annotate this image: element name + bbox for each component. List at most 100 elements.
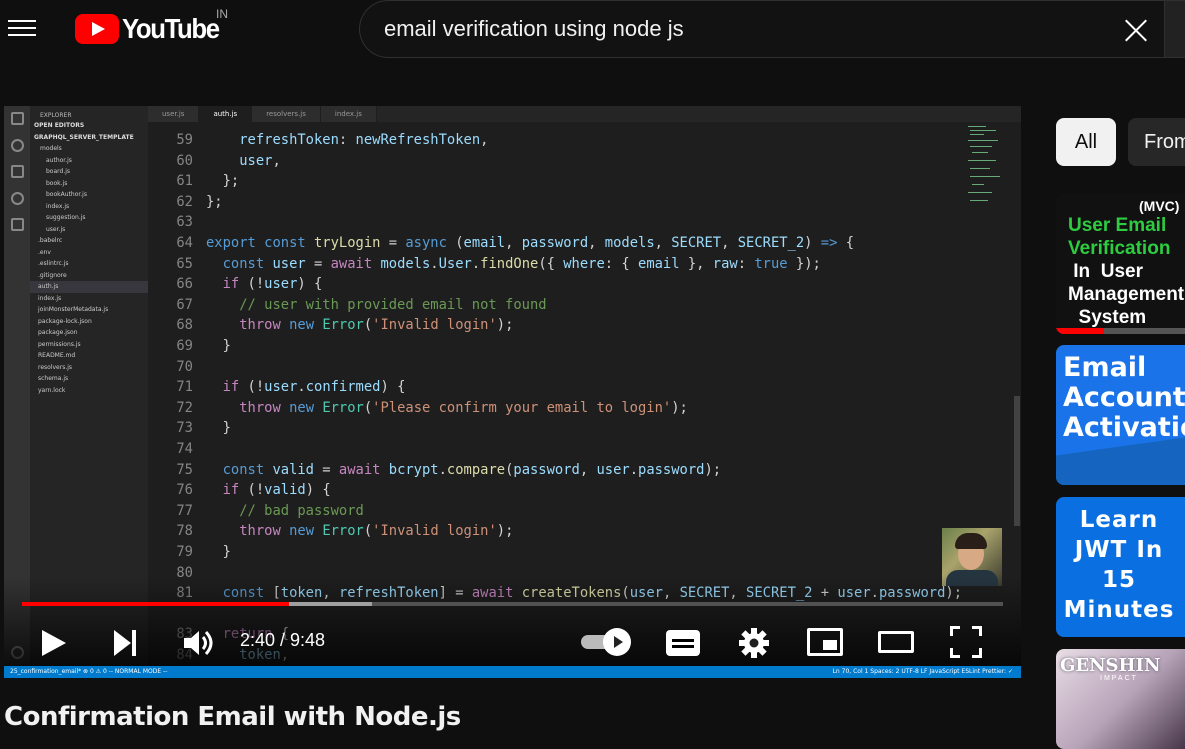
explorer-file: permissions.js [38,340,81,348]
code-line: 59 refreshToken: newRefreshToken, [176,132,489,148]
thumb-text: User Email Verification [1068,215,1171,259]
editor-tabs: user.js auth.js resolvers.js index.js [148,106,1021,122]
code-line: 60 user, [176,152,281,169]
code-editor: 59 refreshToken: newRefreshToken, 60 use… [148,122,978,663]
source-control-icon [11,165,24,178]
explorer-file: bookAuthor.js [46,191,87,198]
recommendation-thumbnail[interactable]: (MVC) User Email Verification In User Mana… [1056,194,1185,334]
explorer-file: book.js [46,179,68,187]
logo-text: YouTube [122,13,220,44]
editor-tab-active: auth.js [199,106,253,122]
explorer-file: index.js [38,294,62,302]
progress-bar[interactable] [22,602,1003,606]
code-line: 72 throw new Error('Please confirm your … [176,399,688,416]
miniplayer-icon[interactable] [807,628,843,656]
code-line: 74 [176,441,193,457]
code-line: 68 throw new Error('Invalid login'); [176,317,514,334]
editor-tab: index.js [320,106,377,122]
search-button[interactable] [1164,0,1185,58]
autoplay-toggle[interactable] [581,628,631,656]
explorer-file: joinMonsterMetadata.js [38,306,109,313]
explorer-file: resolvers.js [38,363,73,371]
vscode-status-bar: 25_confirmation_email* ⊗ 0 ⚠ 0 -- NORMAL… [4,666,1021,678]
code-line: 65 const user = await models.User.findOn… [176,255,821,272]
explorer-file: schema.js [38,375,69,382]
video-player[interactable]: EXPLORER OPEN EDITORS GRAPHQL_SERVER_TEM… [4,106,1021,678]
progress-played [22,602,289,606]
code-line: 79 } [176,544,231,560]
explorer-file: package.json [38,329,78,336]
subtitles-icon[interactable] [666,630,700,656]
status-right: Ln 70, Col 1 Spaces: 2 UTF-8 LF JavaScri… [832,668,1013,675]
code-line: 67 // user with provided email not found [176,296,547,313]
top-bar: YouTube IN email verification using node… [0,0,1185,60]
explorer-file: .gitignore [38,271,67,279]
code-line: 71 if (!user.confirmed) { [176,379,406,396]
chip-all[interactable]: All [1056,118,1116,166]
code-line: 76 if (!valid) { [176,482,331,499]
recommendation-thumbnail[interactable]: EmailAccountActivation [1056,345,1185,485]
explorer-file: auth.js [30,281,148,293]
chip-from[interactable]: From [1128,118,1185,166]
hamburger-menu-icon[interactable] [8,14,36,42]
explorer-file: .babelrc [38,237,63,244]
files-icon [11,112,24,125]
theater-mode-icon[interactable] [878,631,914,653]
play-button-icon[interactable] [42,630,68,656]
explorer-file: suggestion.js [46,214,86,221]
controls-gradient [4,576,1021,678]
explorer-file: author.js [46,156,72,164]
next-video-icon[interactable] [112,630,138,656]
explorer-file: yarn.lock [38,386,66,394]
recommendation-thumbnail[interactable]: GENSHIN IMPACT [1056,649,1185,749]
settings-icon[interactable] [737,626,771,660]
game-logo-text: GENSHIN [1060,655,1161,676]
code-line: 63 [176,214,193,231]
explorer-title: EXPLORER [40,112,72,119]
code-line: 69 } [176,338,231,354]
thumb-text: In User Management System [1068,261,1185,328]
explorer-file: package-lock.json [38,317,92,325]
thumb-text: EmailAccountActivation [1063,352,1185,443]
explorer-file: .env [38,248,51,256]
code-line: 75 const valid = await bcrypt.compare(pa… [176,461,722,478]
watch-progress-fill [1056,328,1104,334]
explorer-section: OPEN EDITORS [34,122,85,129]
code-line: 62}; [176,193,223,210]
fullscreen-icon[interactable] [950,626,982,658]
clear-search-icon[interactable] [1123,17,1149,43]
code-minimap [966,124,1006,214]
time-display: 2:40 / 9:48 [240,630,326,650]
debug-icon [11,192,24,205]
search-input[interactable]: email verification using node js [384,16,684,42]
code-line: 77 // bad password [176,502,364,519]
youtube-play-icon [75,14,119,44]
explorer-file: index.js [46,202,70,210]
explorer-file: models [40,145,62,152]
search-box[interactable]: email verification using node js [359,0,1165,58]
editor-scrollbar [1014,396,1020,526]
country-code: IN [216,7,228,21]
code-line: 61 }; [176,173,240,190]
thumb-text: (MVC) [1139,198,1180,214]
code-line: 73 } [176,420,231,437]
explorer-file: user.js [46,225,66,233]
explorer-file: board.js [46,168,71,175]
extensions-icon [11,218,24,231]
code-line: 64 export const tryLogin = async (email, … [176,235,855,251]
code-line: 66 if (!user) { [176,276,323,293]
explorer-file: README.md [38,352,76,359]
recommendation-thumbnail[interactable]: Learn JWT In 15 Minutes [1056,497,1185,637]
explorer-section: GRAPHQL_SERVER_TEMPLATE [34,133,134,141]
editor-tab: resolvers.js [252,106,321,122]
video-title: Confirmation Email with Node.js [4,702,461,732]
code-line: 70 [176,358,193,375]
thumb-text: Learn JWT In 15 Minutes [1063,507,1175,623]
youtube-logo[interactable]: YouTube [75,13,227,44]
explorer-file: .eslintrc.js [38,260,69,267]
status-left: 25_confirmation_email* ⊗ 0 ⚠ 0 -- NORMAL… [10,668,168,675]
autoplay-play-icon [603,628,631,656]
editor-tab: user.js [148,106,200,122]
game-logo-subtext: IMPACT [1100,675,1138,682]
volume-icon[interactable] [181,626,215,660]
